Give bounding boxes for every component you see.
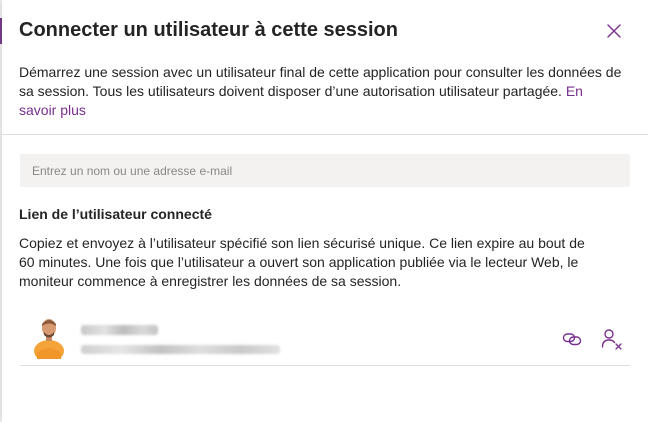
close-button[interactable] <box>605 22 623 40</box>
connect-user-dialog: Connecter un utilisateur à cette session… <box>2 0 648 422</box>
remove-user-button[interactable] <box>601 328 623 350</box>
avatar <box>34 319 64 359</box>
dialog-description: Démarrez une session avec un utilisateur… <box>19 63 624 120</box>
user-name-redacted <box>81 325 158 335</box>
close-icon <box>607 24 621 38</box>
dialog-title: Connecter un utilisateur à cette session <box>19 19 398 41</box>
remove-user-icon <box>601 329 622 350</box>
section-label: Lien de l’utilisateur connecté <box>19 206 212 222</box>
user-email-redacted <box>81 345 280 354</box>
header-divider <box>2 134 648 135</box>
user-row <box>20 312 632 366</box>
row-divider <box>20 365 630 366</box>
copy-link-button[interactable] <box>561 328 583 350</box>
search-input[interactable] <box>20 154 630 187</box>
link-icon <box>562 333 582 346</box>
description-text: Démarrez une session avec un utilisateur… <box>19 64 622 99</box>
section-text: Copiez et envoyez à l’utilisateur spécif… <box>19 235 585 289</box>
